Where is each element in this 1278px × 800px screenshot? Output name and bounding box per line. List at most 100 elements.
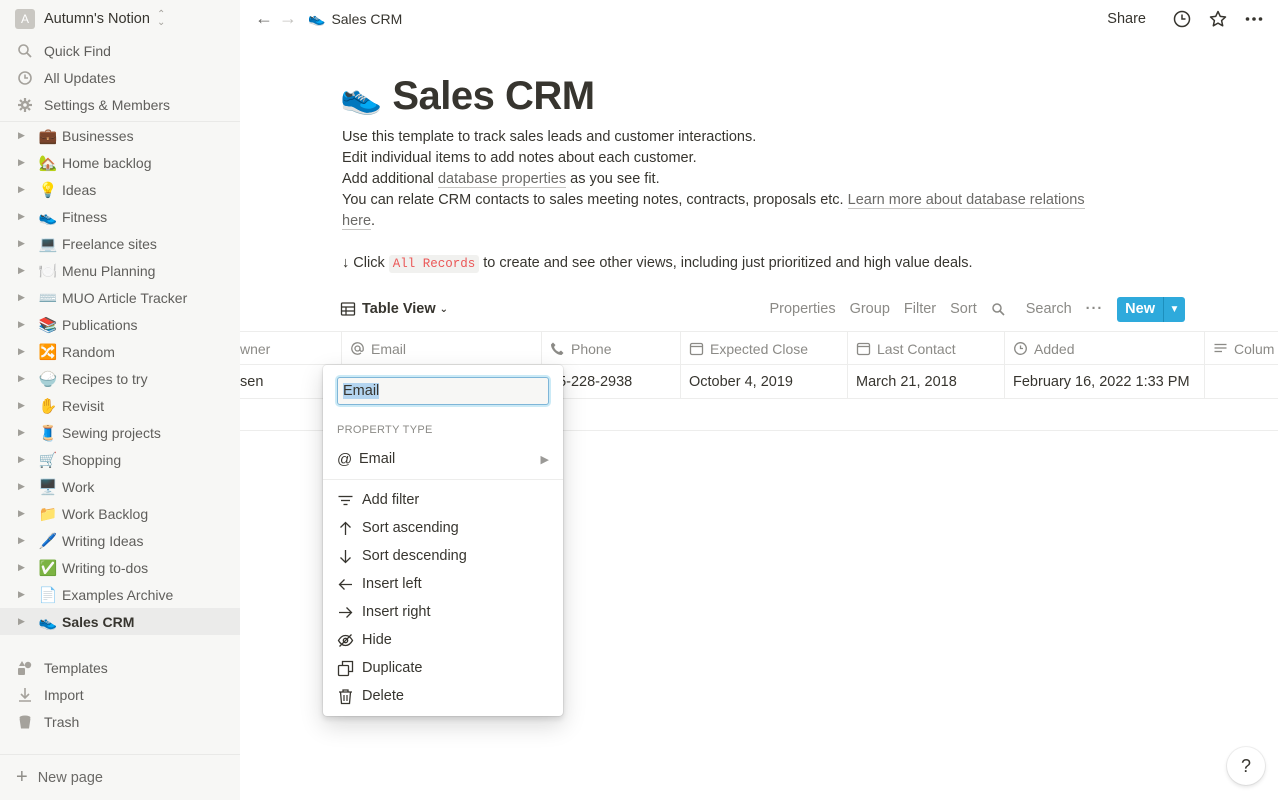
- forward-arrow-icon[interactable]: →: [276, 7, 300, 31]
- column-header-phone[interactable]: Phone: [542, 332, 681, 365]
- sidebar-page[interactable]: ▶ ⌨️ MUO Article Tracker: [0, 284, 240, 311]
- help-button[interactable]: ?: [1227, 747, 1265, 785]
- more-dots-icon[interactable]: [1244, 9, 1264, 29]
- filter-button[interactable]: Filter: [904, 301, 936, 317]
- group-button[interactable]: Group: [850, 301, 890, 317]
- sidebar-page-label: Businesses: [62, 127, 134, 144]
- expand-triangle-icon[interactable]: ▶: [18, 211, 30, 222]
- text: as you see fit.: [566, 171, 660, 187]
- new-page-button[interactable]: + New page: [0, 754, 240, 800]
- menu-item-sort-descending[interactable]: Sort descending: [323, 542, 563, 570]
- cell-column[interactable]: [1205, 365, 1278, 398]
- expand-triangle-icon[interactable]: ▶: [18, 508, 30, 519]
- property-name-input[interactable]: Email: [337, 377, 549, 405]
- expand-triangle-icon[interactable]: ▶: [18, 319, 30, 330]
- expand-triangle-icon[interactable]: ▶: [18, 454, 30, 465]
- sidebar-page[interactable]: ▶ 🛒 Shopping: [0, 446, 240, 473]
- sidebar-page[interactable]: ▶ 🏡 Home backlog: [0, 149, 240, 176]
- sidebar-item-settings[interactable]: Settings & Members: [0, 91, 240, 118]
- column-header-column[interactable]: Colum: [1205, 332, 1278, 365]
- cell-added[interactable]: February 16, 2022 1:33 PM: [1005, 365, 1205, 398]
- column-header-owner[interactable]: wner: [240, 332, 342, 365]
- history-clock-icon[interactable]: [1172, 9, 1192, 29]
- new-button-label[interactable]: New: [1117, 296, 1163, 322]
- shapes-icon: [18, 660, 32, 675]
- property-type-selector[interactable]: @ Email ▶: [323, 445, 563, 473]
- expand-triangle-icon[interactable]: ▶: [18, 373, 30, 384]
- workspace-switcher[interactable]: A Autumn's Notion ⌃ ⌄: [0, 0, 240, 37]
- menu-item-add-filter[interactable]: Add filter: [323, 486, 563, 514]
- expand-triangle-icon[interactable]: ▶: [18, 130, 30, 141]
- column-label: Email: [371, 340, 407, 357]
- sidebar-page[interactable]: ▶ 💻 Freelance sites: [0, 230, 240, 257]
- new-record-button[interactable]: New ▼: [1117, 296, 1185, 322]
- expand-triangle-icon[interactable]: ▶: [18, 346, 30, 357]
- search-button[interactable]: Search: [991, 301, 1072, 317]
- sidebar-item-all-updates[interactable]: All Updates: [0, 64, 240, 91]
- more-dots-icon[interactable]: ···: [1086, 301, 1104, 317]
- sidebar-page[interactable]: ▶ 💼 Businesses: [0, 122, 240, 149]
- sidebar-page[interactable]: ▶ ✅ Writing to-dos: [0, 554, 240, 581]
- back-arrow-icon[interactable]: ←: [252, 7, 276, 31]
- expand-triangle-icon[interactable]: ▶: [18, 292, 30, 303]
- sidebar-page-active[interactable]: ▶ 👟 Sales CRM: [0, 608, 240, 635]
- page-title-text[interactable]: Sales CRM: [392, 74, 595, 119]
- chevron-down-icon[interactable]: ▼: [1163, 296, 1185, 322]
- sidebar-page[interactable]: ▶ 📄 Examples Archive: [0, 581, 240, 608]
- sidebar-page[interactable]: ▶ 📚 Publications: [0, 311, 240, 338]
- expand-triangle-icon[interactable]: ▶: [18, 238, 30, 249]
- menu-item-label: Add filter: [362, 492, 420, 508]
- sidebar-item-templates[interactable]: Templates: [0, 654, 240, 681]
- expand-triangle-icon[interactable]: ▶: [18, 562, 30, 573]
- expand-triangle-icon[interactable]: ▶: [18, 265, 30, 276]
- expand-triangle-icon[interactable]: ▶: [18, 400, 30, 411]
- share-button[interactable]: Share: [1107, 11, 1146, 27]
- breadcrumb[interactable]: 👟 Sales CRM: [308, 10, 402, 27]
- sidebar-page[interactable]: ▶ ✋ Revisit: [0, 392, 240, 419]
- cell-expected-close[interactable]: October 4, 2019: [681, 365, 848, 398]
- sidebar-page[interactable]: ▶ 🖊️ Writing Ideas: [0, 527, 240, 554]
- column-header-email[interactable]: Email: [342, 332, 542, 365]
- expand-triangle-icon[interactable]: ▶: [18, 427, 30, 438]
- database-properties-link[interactable]: database properties: [437, 171, 567, 188]
- menu-item-insert-right[interactable]: Insert right: [323, 598, 563, 626]
- expand-triangle-icon[interactable]: ▶: [18, 535, 30, 546]
- expand-triangle-icon[interactable]: ▶: [18, 616, 30, 627]
- sidebar-item-import[interactable]: Import: [0, 681, 240, 708]
- sidebar-page[interactable]: ▶ 👟 Fitness: [0, 203, 240, 230]
- sidebar-page[interactable]: ▶ 🍽️ Menu Planning: [0, 257, 240, 284]
- sidebar-page-label: Sewing projects: [62, 424, 161, 441]
- page-emoji-icon: 🔀: [38, 342, 58, 361]
- description-line: Use this template to track sales leads a…: [342, 129, 757, 145]
- expand-triangle-icon[interactable]: ▶: [18, 481, 30, 492]
- view-selector[interactable]: Table View ⌄: [340, 301, 448, 317]
- menu-item-delete[interactable]: Delete: [323, 682, 563, 710]
- sidebar-item-label: Quick Find: [44, 42, 111, 59]
- cell-last-contact[interactable]: March 21, 2018: [848, 365, 1005, 398]
- sidebar-page[interactable]: ▶ 🍚 Recipes to try: [0, 365, 240, 392]
- expand-triangle-icon[interactable]: ▶: [18, 184, 30, 195]
- sidebar-page[interactable]: ▶ 📁 Work Backlog: [0, 500, 240, 527]
- new-page-label: New page: [37, 769, 103, 786]
- expand-triangle-icon[interactable]: ▶: [18, 157, 30, 168]
- sidebar-item-trash[interactable]: Trash: [0, 708, 240, 735]
- sidebar-page[interactable]: ▶ 🖥️ Work: [0, 473, 240, 500]
- sidebar: A Autumn's Notion ⌃ ⌄ Quick Find All Upda…: [0, 0, 240, 800]
- menu-item-sort-ascending[interactable]: Sort ascending: [323, 514, 563, 542]
- sort-button[interactable]: Sort: [950, 301, 977, 317]
- menu-item-insert-left[interactable]: Insert left: [323, 570, 563, 598]
- menu-item-duplicate[interactable]: Duplicate: [323, 654, 563, 682]
- star-icon[interactable]: [1208, 9, 1228, 29]
- column-header-expected-close[interactable]: Expected Close: [681, 332, 848, 365]
- page-emoji-icon[interactable]: 👟: [340, 77, 382, 117]
- sidebar-item-quick-find[interactable]: Quick Find: [0, 37, 240, 64]
- page-emoji-icon: 🧵: [38, 423, 58, 442]
- column-header-added[interactable]: Added: [1005, 332, 1205, 365]
- sidebar-page[interactable]: ▶ 🔀 Random: [0, 338, 240, 365]
- expand-triangle-icon[interactable]: ▶: [18, 589, 30, 600]
- sidebar-page[interactable]: ▶ 🧵 Sewing projects: [0, 419, 240, 446]
- sidebar-page[interactable]: ▶ 💡 Ideas: [0, 176, 240, 203]
- menu-item-hide[interactable]: Hide: [323, 626, 563, 654]
- properties-button[interactable]: Properties: [769, 301, 835, 317]
- column-header-last-contact[interactable]: Last Contact: [848, 332, 1005, 365]
